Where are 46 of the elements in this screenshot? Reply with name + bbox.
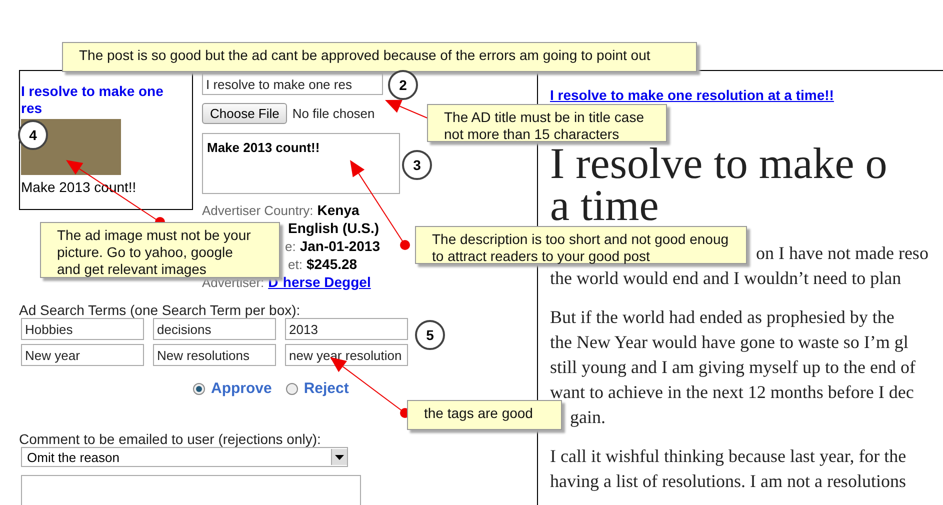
ad-title[interactable]: I resolve to make one res [21,83,181,117]
search-term-field[interactable]: Hobbies [21,318,144,340]
detail-value: English (U.S.) [288,220,379,236]
detail-label: Advertiser: [202,275,264,290]
file-status: No file chosen [292,106,375,121]
number-badge: 2 [388,70,418,100]
paragraph-line: still young and I am giving myself up to the end of [550,356,916,379]
annotation-callout: the tags are good [407,400,562,430]
paragraph-line: the New Year would have gone to waste so I’m gl [550,331,908,354]
detail-value: $245.28 [306,256,358,272]
radio-label[interactable]: Approve [211,380,272,397]
reason-dropdown[interactable]: Omit the reason [21,447,348,467]
detail-label: e: [285,239,296,254]
search-term-field[interactable]: New year [21,344,144,366]
paragraph-line: gain. [570,406,606,429]
paragraph-line: the world would end and I wouldn’t need to plan [550,267,902,290]
radio-label[interactable]: Reject [304,380,349,397]
radio-button[interactable] [193,382,205,394]
annotation-callout: The description is too short and not good enoug to attract readers to your good post [415,226,747,264]
caret-icon [335,454,344,460]
annotation-callout: The post is so good but the ad cant be approved because of the errors am going to point out [62,42,697,72]
paragraph-line: on I have not made reso [756,242,928,265]
title-field[interactable]: I resolve to make one res [202,73,383,95]
number-badge: 3 [402,150,432,180]
annotation-callout: The ad image must not be your picture. Go to yahoo, google and get relevant images [40,222,280,278]
paragraph-line: But if the world had ended as prophesied by the [550,306,894,329]
search-term-field[interactable]: 2013 [285,318,408,340]
detail-value: Jan-01-2013 [300,238,380,254]
search-term-field[interactable]: New resolutions [153,344,276,366]
article-heading: I resolve to make o [550,143,888,185]
paragraph-line: having a list of resolutions. I am not a resolutions [550,470,906,493]
paragraph-line: I call it wishful thinking because last year, for the [550,445,906,468]
annotation-callout: The AD title must be in title case not more than 15 characters [427,104,667,142]
article-link[interactable]: I resolve to make one resolution at a time!! [550,87,834,103]
description-field[interactable]: Make 2013 count!! [202,133,400,194]
radio-button[interactable] [286,382,298,394]
search-term-field[interactable]: decisions [153,318,276,340]
search-terms-label: Ad Search Terms (one Search Term per box): [19,302,302,318]
comment-field[interactable] [21,475,361,505]
comment-label: Comment to be emailed to user (rejections only): [19,431,322,447]
choose-file-button[interactable]: Choose File [202,103,288,124]
detail-label: Advertiser Country: [202,203,314,218]
article-heading: a time [550,185,660,227]
number-badge: 5 [415,320,445,350]
detail-label: et: [288,257,302,272]
detail-value: Kenya [317,202,360,218]
